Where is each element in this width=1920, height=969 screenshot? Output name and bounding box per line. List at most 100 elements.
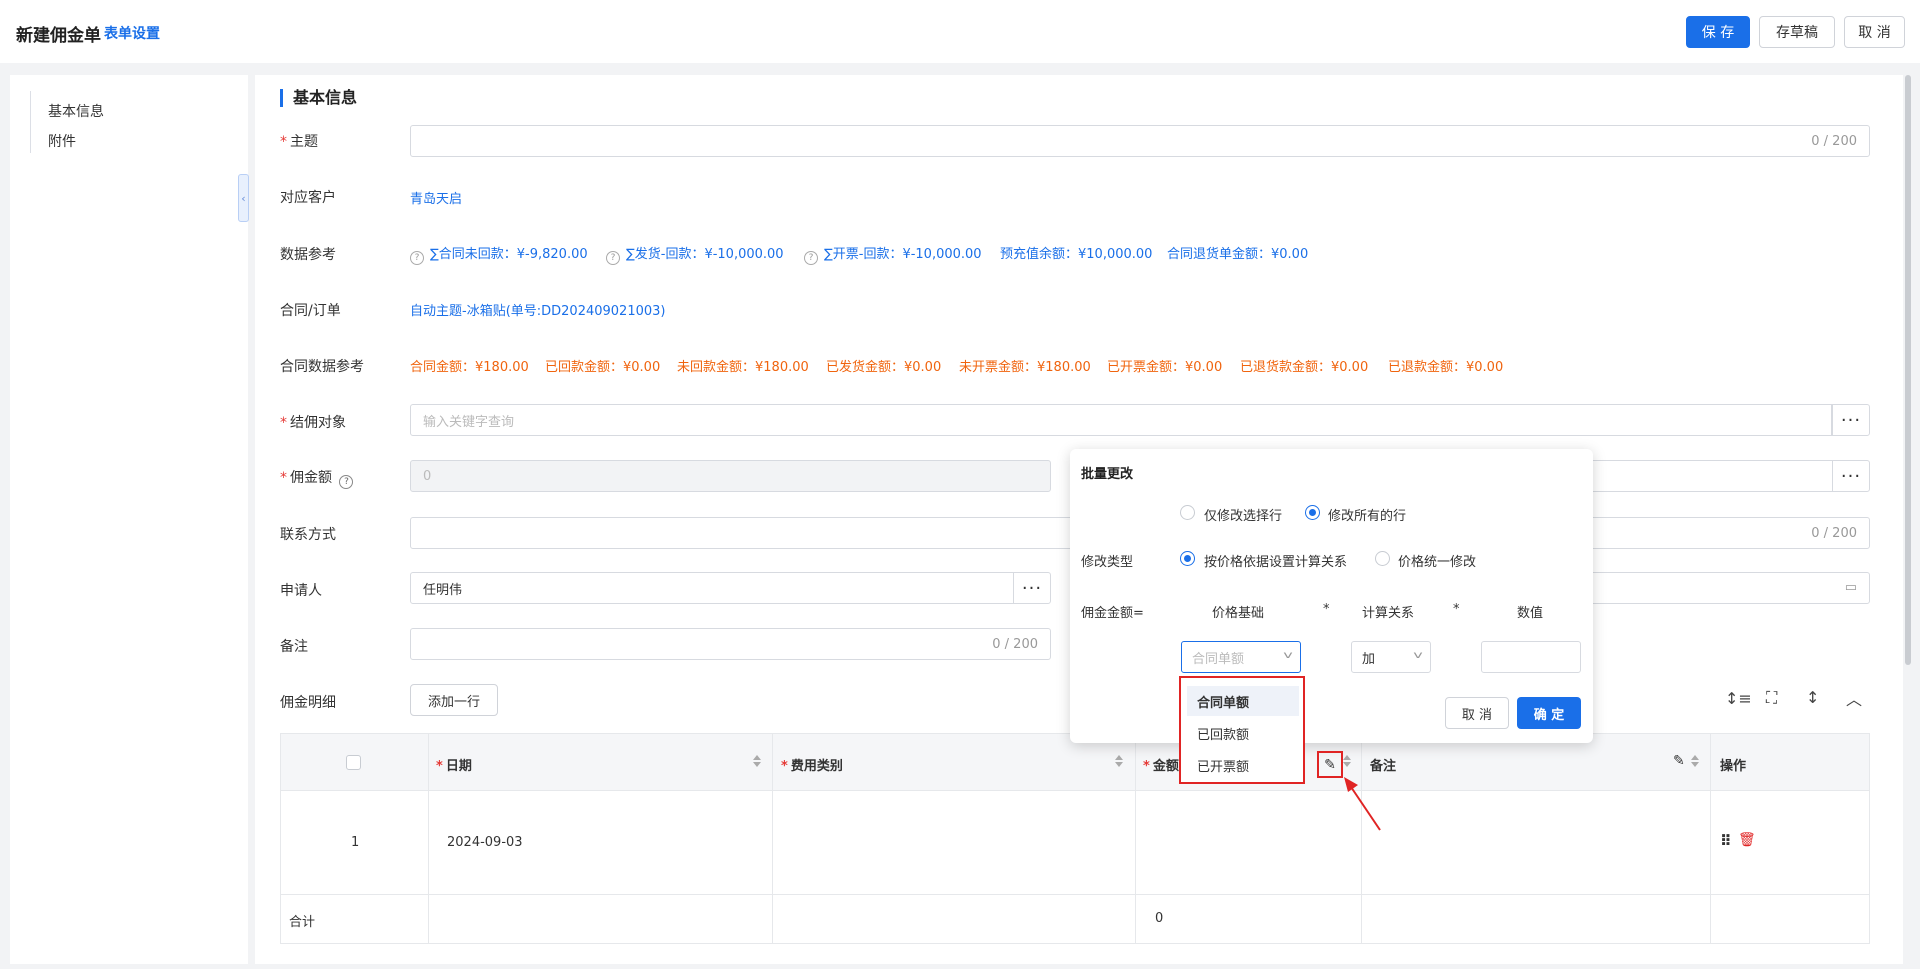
add-row-button[interactable]: 添加一行	[410, 684, 498, 716]
contract-data-item: 已回款金额：¥0.00	[545, 360, 661, 375]
data-ref-item: ? ∑开票-回款：¥-10,000.00	[804, 243, 982, 265]
chevron-left-icon: ‹	[241, 191, 246, 205]
page-header: 新建佣金单 表单设置 保 存 存草稿 取 消	[0, 0, 1920, 63]
col-remark-header[interactable]: 备注	[1370, 755, 1396, 774]
nav-item-attachments[interactable]: 附件	[48, 131, 76, 151]
drag-handle-icon[interactable]: ⠿	[1720, 832, 1732, 850]
amount-label: * 佣金额 ?	[280, 467, 359, 489]
grid-line	[280, 790, 1870, 791]
contract-data-item: 合同金额：¥180.00	[410, 360, 529, 375]
data-ref-item: ? ∑发货-回款：¥-10,000.00	[606, 243, 784, 265]
edit-icon: ✎	[1324, 756, 1336, 773]
type-calc-radio[interactable]	[1180, 551, 1195, 566]
col-fee-type-header[interactable]: * 费用类别	[781, 755, 843, 774]
help-icon[interactable]: ?	[606, 251, 620, 265]
col-date-header[interactable]: * 日期	[436, 755, 472, 774]
row-date-cell[interactable]: 2024-09-03	[447, 835, 523, 850]
data-ref-item: 预充值余额：¥10,000.00	[1000, 247, 1153, 262]
detail-label: 佣金明细	[280, 695, 336, 711]
secondary-picker-button[interactable]: ···	[1832, 460, 1870, 492]
save-draft-button[interactable]: 存草稿	[1759, 16, 1835, 48]
required-star: *	[1453, 602, 1460, 617]
sort-icon[interactable]	[1115, 755, 1123, 767]
scope-all-radio[interactable]	[1305, 505, 1320, 520]
date-input[interactable]: ▭	[1585, 572, 1870, 604]
type-calc-label[interactable]: 按价格依据设置计算关系	[1204, 551, 1347, 570]
modify-type-label: 修改类型	[1081, 555, 1134, 570]
type-uniform-label[interactable]: 价格统一修改	[1398, 551, 1476, 570]
help-icon[interactable]: ?	[339, 475, 354, 489]
form-settings-link[interactable]: 表单设置	[104, 23, 160, 43]
nav-item-basic-info[interactable]: 基本信息	[48, 101, 104, 121]
popover-cancel-button[interactable]: 取 消	[1445, 697, 1509, 729]
remark-input[interactable]: 0 / 200	[410, 628, 1051, 660]
calendar-icon[interactable]: ▭	[1845, 580, 1857, 595]
grid-line	[280, 943, 1870, 944]
expand-vertical-icon[interactable]: ↕	[1806, 688, 1819, 707]
scope-selected-radio[interactable]	[1180, 505, 1195, 520]
grid-line	[428, 733, 429, 944]
save-button[interactable]: 保 存	[1686, 16, 1750, 48]
type-uniform-radio[interactable]	[1375, 551, 1390, 566]
col-ops-header: 操作	[1720, 759, 1747, 774]
chevron-up-icon[interactable]: ︿	[1846, 686, 1862, 710]
vertical-scrollbar[interactable]	[1905, 75, 1911, 665]
contract-link[interactable]: 自动主题-冰箱贴(单号:DD202409021003)	[410, 300, 666, 319]
select-all-checkbox[interactable]	[346, 755, 361, 770]
price-base-select[interactable]: 合同单额 v	[1181, 641, 1301, 673]
target-picker-button[interactable]: ···	[1832, 404, 1870, 436]
popover-confirm-button[interactable]: 确 定	[1517, 697, 1581, 729]
contract-data-item: 未回款金额：¥180.00	[677, 360, 809, 375]
contact-counter: 0 / 200	[1811, 525, 1857, 541]
sort-icon[interactable]	[753, 755, 761, 767]
formula-label: 佣金金额=	[1081, 606, 1144, 621]
contract-data-item: 已退款金额：¥0.00	[1388, 360, 1504, 375]
applicant-label: 申请人	[280, 583, 322, 599]
nav-divider	[30, 91, 31, 153]
remark-counter: 0 / 200	[992, 636, 1038, 652]
highlighted-edit-icon[interactable]: ✎	[1317, 751, 1343, 778]
col-amount-header[interactable]: * 金额	[1143, 755, 1179, 774]
scope-selected-label[interactable]: 仅修改选择行	[1204, 505, 1282, 524]
dropdown-option[interactable]: 合同单额	[1187, 686, 1299, 716]
value-input[interactable]	[1481, 641, 1581, 673]
grid-line	[1135, 733, 1136, 944]
grid-line	[1361, 733, 1362, 944]
sort-icon[interactable]	[1343, 755, 1351, 767]
customer-label: 对应客户	[280, 190, 336, 206]
contract-data-item: 已发货金额：¥0.00	[826, 360, 942, 375]
subject-counter: 0 / 200	[1811, 133, 1857, 149]
value-column-label: 数值	[1517, 606, 1544, 621]
data-ref-label: 数据参考	[280, 247, 336, 263]
help-icon[interactable]: ?	[410, 251, 424, 265]
edit-icon[interactable]: ✎	[1673, 753, 1685, 769]
grid-line	[280, 894, 1870, 895]
page-title: 新建佣金单	[16, 26, 101, 46]
grid-line	[280, 733, 281, 944]
sort-icon[interactable]	[1691, 755, 1699, 767]
relation-select[interactable]: 加 v	[1351, 641, 1431, 673]
cancel-button[interactable]: 取 消	[1844, 16, 1905, 48]
row-index: 1	[351, 835, 360, 850]
required-star: *	[1323, 602, 1330, 617]
subject-input[interactable]: 0 / 200	[410, 125, 1870, 157]
chevron-down-icon: v	[1413, 650, 1423, 661]
customer-link[interactable]: 青岛天启	[410, 188, 462, 207]
contact-label: 联系方式	[280, 527, 336, 543]
target-input[interactable]: 输入关键字查询	[410, 404, 1832, 436]
grid-line	[772, 733, 773, 944]
fullscreen-icon[interactable]: ⛶	[1766, 688, 1777, 708]
collapse-nav-toggle[interactable]: ‹	[238, 174, 249, 222]
section-title: 基本信息	[280, 89, 357, 107]
applicant-input[interactable]: 任明伟	[410, 572, 1014, 604]
scope-all-label[interactable]: 修改所有的行	[1328, 505, 1406, 524]
secondary-picker-input[interactable]	[1585, 460, 1833, 492]
delete-icon[interactable]: 🗑	[1738, 832, 1756, 848]
applicant-picker-button[interactable]: ···	[1013, 572, 1051, 604]
data-ref-item: 合同退货单金额：¥0.00	[1167, 247, 1309, 262]
target-label: * 结佣对象	[280, 415, 346, 431]
dropdown-option[interactable]: 已开票额	[1187, 750, 1299, 780]
row-height-icon[interactable]: ↕≡	[1725, 689, 1752, 708]
help-icon[interactable]: ?	[804, 251, 818, 265]
dropdown-option[interactable]: 已回款额	[1187, 718, 1299, 748]
